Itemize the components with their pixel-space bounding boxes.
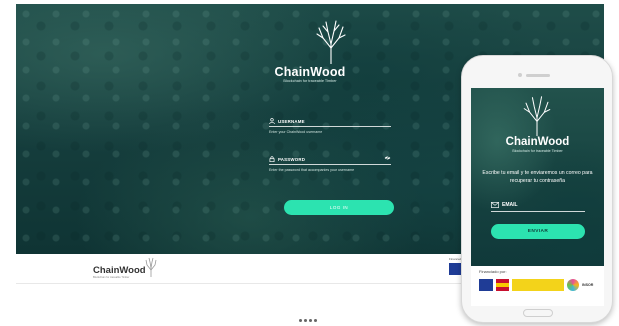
eu-flag-icon bbox=[479, 279, 493, 291]
tree-icon bbox=[316, 20, 346, 64]
insor-logo: INSOR bbox=[582, 283, 594, 287]
funding-logos: INSOR bbox=[479, 278, 596, 292]
carousel-dots[interactable] bbox=[299, 319, 317, 322]
footer-brand-name: ChainWood bbox=[93, 265, 146, 276]
phone-mockup: ChainWood Blockchain for traceable Timbe… bbox=[461, 55, 613, 323]
spain-flag-icon bbox=[496, 279, 509, 291]
mobile-brand-name: ChainWood bbox=[505, 136, 570, 148]
login-button[interactable]: LOG IN bbox=[284, 200, 394, 215]
username-label-row: USERNAME bbox=[269, 118, 391, 124]
recover-message: Escribe tu email y te enviaremos un corr… bbox=[482, 170, 593, 184]
user-icon bbox=[269, 118, 275, 124]
partner-round-logo bbox=[567, 279, 579, 291]
carousel-dot[interactable] bbox=[299, 319, 302, 322]
email-label-row: EMAIL bbox=[491, 202, 585, 208]
mobile-brand-tagline: Blockchain for traceable Timber bbox=[512, 149, 563, 153]
username-label: USERNAME bbox=[278, 118, 305, 124]
footer-brand-tagline: Blockchain for traceable Timber bbox=[93, 276, 130, 279]
password-label: PASSWORD bbox=[278, 156, 306, 162]
username-field[interactable]: USERNAME Enter your ChainWood username bbox=[269, 118, 391, 134]
carousel-dot[interactable] bbox=[304, 319, 307, 322]
tree-icon bbox=[523, 96, 551, 136]
ministry-logo bbox=[512, 279, 564, 291]
recover-password-panel: ChainWood Blockchain for traceable Timbe… bbox=[471, 88, 604, 266]
showcase-stage: ChainWood Blockchain for traceable Timbe… bbox=[0, 0, 619, 326]
password-label-row: PASSWORD bbox=[269, 156, 391, 162]
email-label: EMAIL bbox=[502, 202, 518, 208]
carousel-dot[interactable] bbox=[314, 319, 317, 322]
camera-icon bbox=[518, 73, 522, 77]
mobile-funded-label: Financiado por: bbox=[479, 269, 507, 274]
envelope-icon bbox=[491, 202, 499, 208]
eye-icon[interactable] bbox=[384, 155, 391, 161]
footer-tree-icon bbox=[145, 257, 157, 277]
desktop-footer: ChainWood Blockchain for traceable Timbe… bbox=[16, 254, 466, 284]
home-button[interactable] bbox=[523, 309, 553, 317]
password-input-line[interactable] bbox=[269, 164, 391, 165]
send-button[interactable]: ENVIAR bbox=[491, 224, 585, 239]
speaker-grille bbox=[526, 74, 550, 77]
username-help: Enter your ChainWood username bbox=[269, 130, 323, 134]
lock-icon bbox=[269, 156, 275, 162]
password-field[interactable]: PASSWORD Enter the password that accompa… bbox=[269, 155, 391, 172]
email-input-line[interactable] bbox=[491, 211, 585, 212]
carousel-dot[interactable] bbox=[309, 319, 312, 322]
phone-screen: ChainWood Blockchain for traceable Timbe… bbox=[471, 88, 604, 306]
password-help: Enter the password that accompanies your… bbox=[269, 168, 355, 172]
email-field[interactable]: EMAIL bbox=[491, 202, 585, 212]
username-input-line[interactable] bbox=[269, 126, 391, 127]
